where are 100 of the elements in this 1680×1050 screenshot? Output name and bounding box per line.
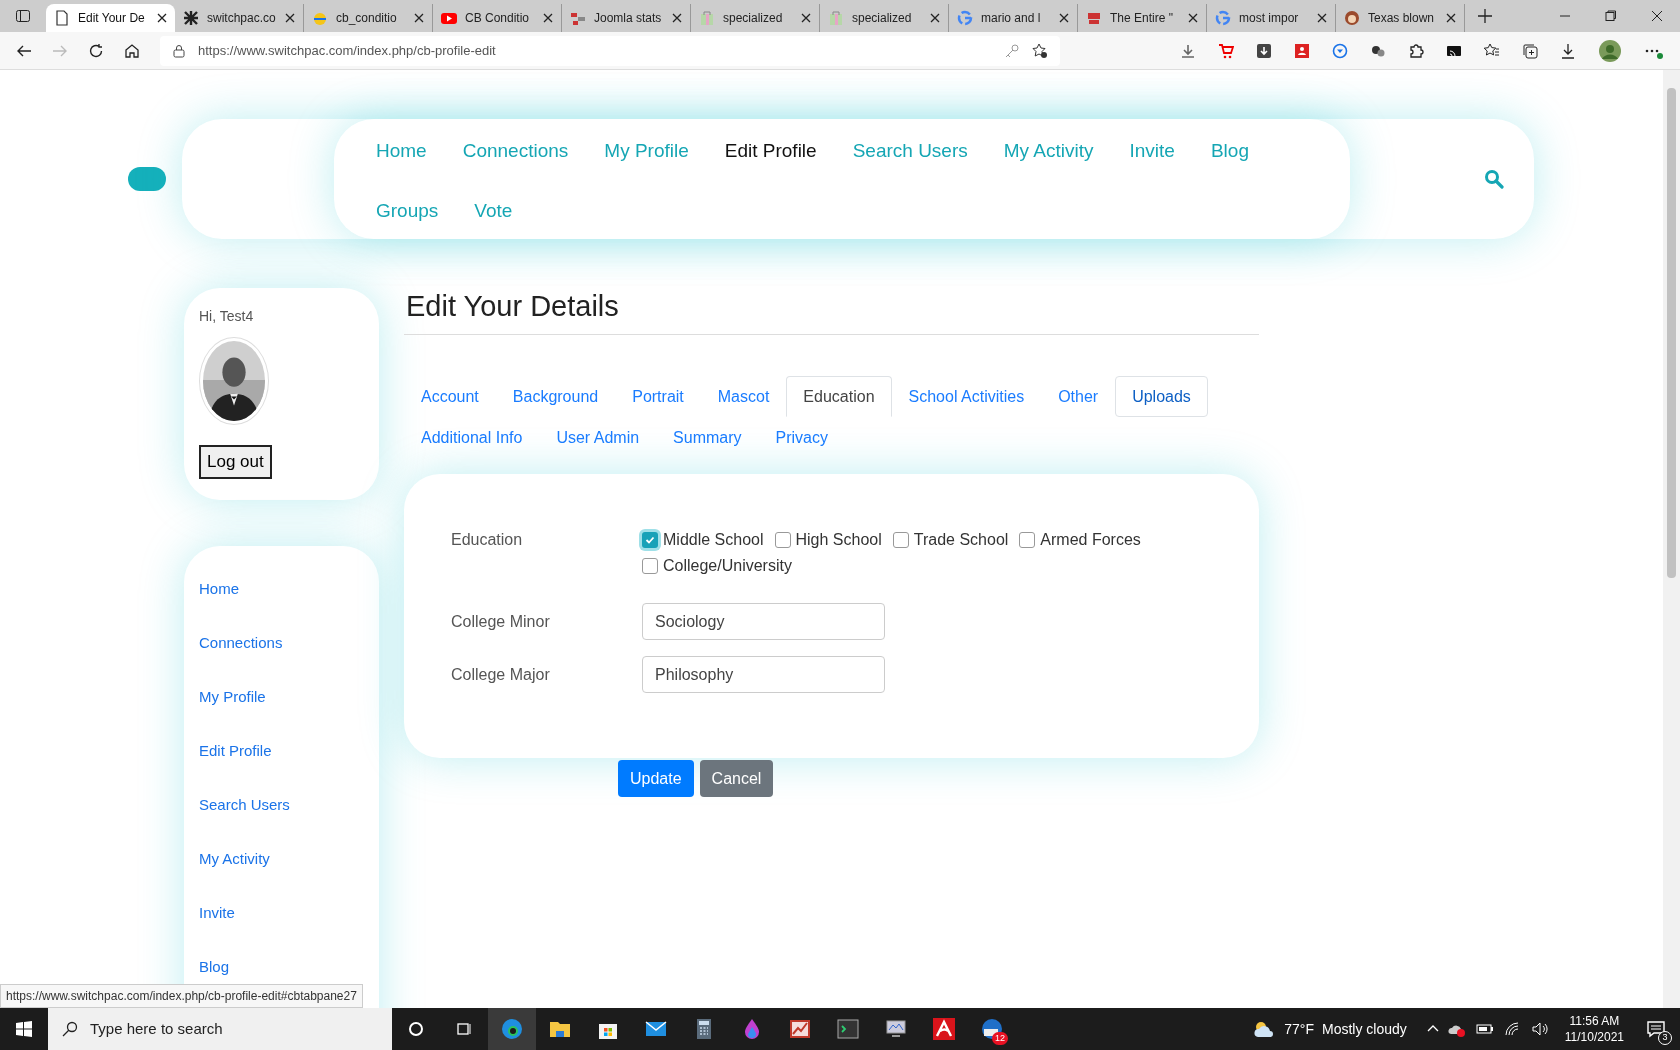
terminal-icon[interactable] [836,1017,860,1041]
sidebar-link[interactable]: My Profile [199,686,266,707]
close-icon[interactable] [1059,13,1069,23]
checkbox[interactable] [642,532,658,548]
down-box-icon[interactable] [1256,42,1272,59]
scroll-thumb[interactable] [1667,88,1676,578]
nav-link[interactable]: Vote [456,181,531,241]
collections-icon[interactable] [1522,42,1538,59]
lock-icon [172,43,186,58]
sidebar-link[interactable]: Home [199,578,239,599]
search-icon[interactable] [1484,169,1504,189]
profile-tab[interactable]: Account [404,376,496,417]
notification-count: 3 [1658,1031,1672,1045]
graph-window-icon[interactable] [788,1017,812,1041]
clock[interactable]: 11:56 AM 11/10/2021 [1558,1013,1630,1045]
weather-text[interactable]: Mostly cloudy [1322,1018,1407,1040]
profile-avatar-icon[interactable] [1598,38,1622,63]
tab-title: Joomla stats [594,10,663,27]
profile-tab[interactable]: Summary [656,417,759,458]
battery-icon[interactable] [1474,1021,1495,1037]
nav-link[interactable]: Blog [1192,121,1267,181]
bag-icon [699,10,715,26]
unread-badge: 12 [992,1032,1008,1045]
checkbox-label: College/University [663,556,792,576]
home-icon[interactable] [124,42,140,59]
person-box-icon[interactable] [1294,42,1310,59]
nav-link[interactable]: Connections [444,121,587,181]
update-button[interactable]: Update [618,760,694,797]
nav-link[interactable]: Home [358,121,445,181]
close-icon[interactable] [285,13,295,23]
taskbar-search[interactable]: Type here to search [48,1008,392,1050]
nav-link[interactable]: Invite [1111,121,1193,181]
cancel-button[interactable]: Cancel [699,760,774,797]
close-icon[interactable] [1317,13,1327,23]
refresh-icon[interactable] [88,42,104,59]
checkbox[interactable] [1019,532,1036,548]
nav-link[interactable]: My Profile [586,121,707,181]
close-icon[interactable] [930,13,940,23]
download-icon[interactable] [1560,42,1576,59]
bars-icon [570,10,586,26]
windows-start-icon[interactable] [16,1021,32,1037]
address-bar[interactable]: https://www.switchpac.com/index.php/cb-profile-edit [160,35,1060,66]
search-icon [62,1021,78,1037]
checkbox[interactable] [892,532,909,548]
profile-tab[interactable]: User Admin [539,417,657,458]
sidebar-link[interactable]: My Activity [199,848,270,869]
profile-tab[interactable]: Education [786,376,892,417]
speaker-icon[interactable] [1530,1021,1551,1037]
close-icon[interactable] [672,13,682,23]
browser-tab[interactable]: Edit Your De [46,4,175,32]
profile-tab[interactable]: Uploads [1115,376,1208,417]
field-label: Education [451,530,524,550]
menu-button[interactable] [128,167,166,191]
profile-tab[interactable]: Background [495,376,616,417]
page-icon [54,10,70,26]
scrollbar[interactable] [1663,70,1680,1008]
sidebar-link[interactable]: Blog [199,956,230,977]
sidebar-link[interactable]: Edit Profile [199,740,272,761]
nav-link[interactable]: Edit Profile [706,121,835,181]
checkbox[interactable] [774,532,791,548]
profile-tab[interactable]: School Activities [891,376,1042,417]
cart-icon[interactable] [1218,42,1234,59]
logout-button[interactable]: Log out [199,445,272,479]
tab-actions-icon[interactable] [15,8,31,24]
greeting-text: Hi, Test4 [199,307,254,326]
key-icon[interactable] [1004,42,1020,59]
bag-icon [828,10,844,26]
profile-tab[interactable]: Other [1041,376,1116,417]
nav-link[interactable]: My Activity [985,121,1112,181]
checkmark-icon [644,534,656,546]
nav-link[interactable]: Groups [358,181,457,241]
close-icon[interactable] [801,13,811,23]
task-view-icon[interactable] [456,1021,472,1037]
edge-browser-icon[interactable] [500,1017,524,1041]
close-icon[interactable] [414,13,424,23]
new-tab-icon[interactable] [1477,8,1493,24]
profile-tab[interactable]: Portrait [615,376,701,417]
profile-tab[interactable]: Additional Info [404,417,540,458]
clock-date: 11/10/2021 [1564,1029,1624,1045]
notification-icon[interactable] [1646,1019,1666,1039]
cortana-icon[interactable] [408,1021,424,1037]
emblem-icon [1086,10,1102,26]
checkbox[interactable] [642,558,658,574]
favorite-add-icon[interactable] [1032,42,1048,59]
sidebar-link[interactable]: Invite [199,902,235,923]
weather-temp[interactable]: 77°F [1284,1018,1314,1040]
favorites-icon[interactable] [1484,42,1500,59]
sidebar-link[interactable]: Connections [199,632,283,653]
checkbox-label: Middle School [663,530,764,550]
profile-tab[interactable]: Mascot [700,376,787,417]
text-field[interactable]: Sociology [642,603,885,640]
text-field[interactable]: Philosophy [642,656,885,693]
sidebar-link[interactable]: Search Users [199,794,290,815]
nav-link[interactable]: Search Users [834,121,986,181]
close-icon[interactable] [1188,13,1198,23]
puzzle-icon[interactable] [1408,42,1424,59]
close-icon[interactable] [157,13,167,23]
profile-tab[interactable]: Privacy [758,417,845,458]
close-icon[interactable] [543,13,553,23]
close-icon[interactable] [1446,13,1456,23]
